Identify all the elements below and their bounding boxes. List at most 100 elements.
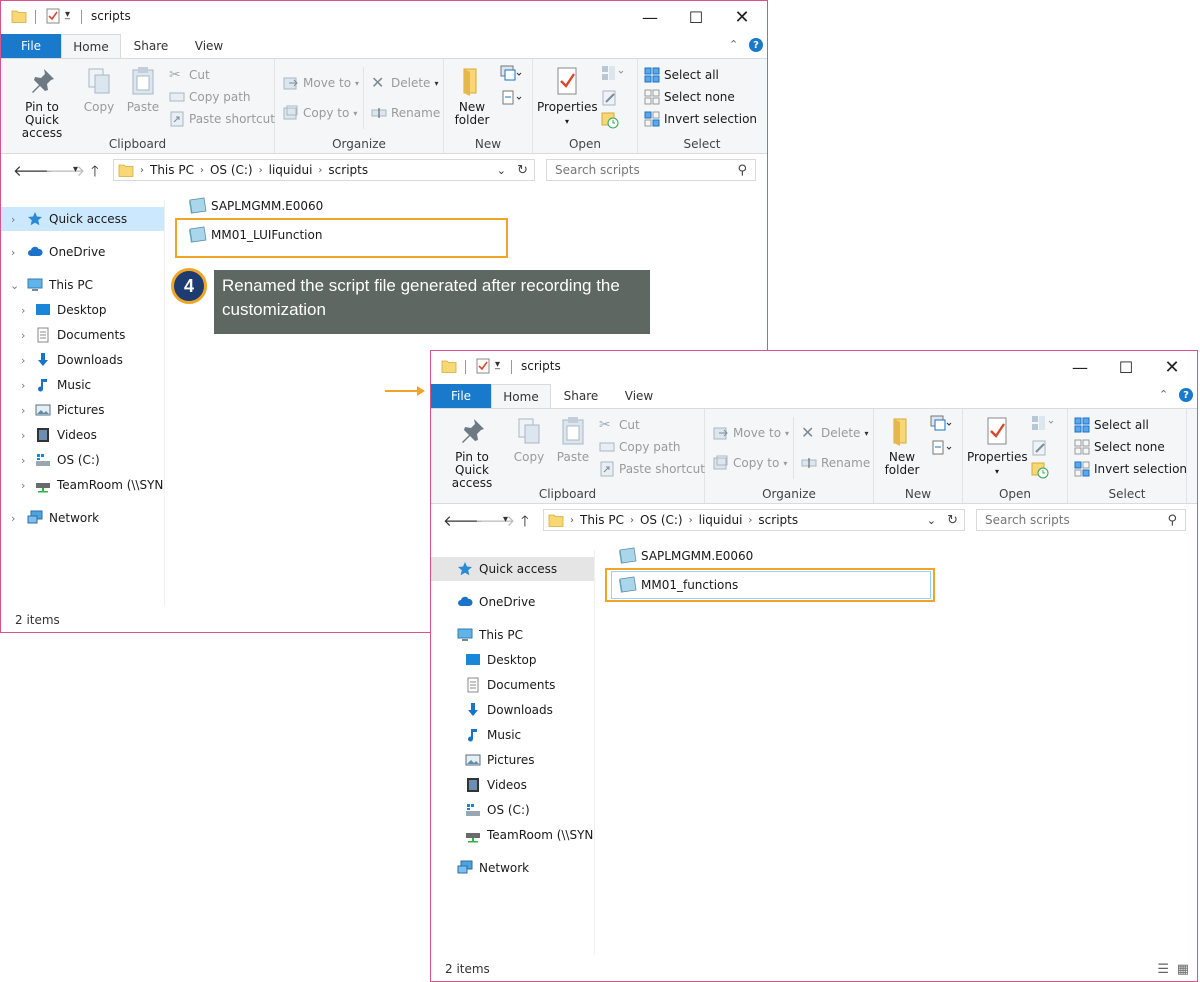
help-icon[interactable]: ? [1179, 388, 1193, 402]
move-to-button[interactable]: Move to ▾ [713, 423, 789, 443]
tab-share[interactable]: Share [123, 34, 179, 58]
nav-item-desktop[interactable]: Desktop [431, 648, 594, 672]
up-button[interactable]: 🡑 [521, 511, 529, 536]
breadcrumb-scripts[interactable]: scripts [758, 513, 798, 527]
maximize-button[interactable]: ☐ [1103, 351, 1149, 383]
refresh-icon[interactable]: ↻ [517, 163, 528, 178]
forward-button[interactable]: 🡒 [475, 511, 515, 530]
delete-button[interactable]: ✕ Delete ▾ [371, 73, 438, 93]
breadcrumb-os-c[interactable]: OS (C:) [210, 163, 253, 177]
tab-file[interactable]: File [431, 384, 491, 408]
address-dropdown-icon[interactable]: ⌄ [927, 514, 936, 527]
rename-button[interactable]: Rename [371, 103, 440, 123]
tab-home[interactable]: Home [61, 34, 121, 58]
recent-locations-dropdown[interactable]: ▾ [503, 514, 508, 525]
nav-item-documents[interactable]: › Documents [1, 323, 164, 347]
nav-item-network[interactable]: › Network [1, 506, 164, 530]
refresh-icon[interactable]: ↻ [947, 513, 958, 528]
easy-access-icon[interactable] [500, 89, 522, 107]
nav-item-quick-access[interactable]: Quick access [431, 557, 594, 581]
nav-item-documents[interactable]: Documents [431, 673, 594, 697]
copy-to-button[interactable]: Copy to ▾ [713, 453, 787, 473]
nav-item-this-pc[interactable]: This PC [431, 623, 594, 647]
select-none-button[interactable]: Select none [644, 87, 735, 107]
paste-button[interactable]: Paste [553, 415, 593, 464]
properties-button[interactable]: Properties ▾ [967, 415, 1028, 478]
new-item-icon[interactable] [930, 415, 952, 433]
pin-to-quick-access-button[interactable]: Pin to Quick access [7, 65, 77, 140]
nav-item-videos[interactable]: Videos [431, 773, 594, 797]
details-view-icon[interactable]: ☰ [1157, 962, 1169, 977]
cut-button[interactable]: ✂ Cut [169, 65, 210, 85]
breadcrumb-scripts[interactable]: scripts [328, 163, 368, 177]
collapse-ribbon-icon[interactable]: ⌃ [729, 38, 738, 51]
breadcrumb-liquidui[interactable]: liquidui [699, 513, 743, 527]
file-item[interactable]: SAPLMGMM.E0060 [617, 545, 753, 567]
nav-item-desktop[interactable]: › Desktop [1, 298, 164, 322]
paste-shortcut-button[interactable]: Paste shortcut [169, 109, 275, 129]
pin-to-quick-access-button[interactable]: Pin to Quick access [437, 415, 507, 490]
edit-icon[interactable] [1031, 439, 1049, 457]
breadcrumb-os-c[interactable]: OS (C:) [640, 513, 683, 527]
breadcrumb-this-pc[interactable]: This PC [150, 163, 194, 177]
copy-path-button[interactable]: Copy path [599, 437, 681, 457]
new-folder-button[interactable]: New folder [880, 415, 924, 477]
up-button[interactable]: 🡑 [91, 161, 99, 186]
breadcrumb-liquidui[interactable]: liquidui [269, 163, 313, 177]
open-icon[interactable] [1031, 415, 1057, 433]
tab-share[interactable]: Share [553, 384, 609, 408]
nav-item-teamroom[interactable]: TeamRoom (\\SYNC [431, 823, 594, 847]
tab-view[interactable]: View [183, 34, 235, 58]
new-item-icon[interactable] [500, 65, 522, 83]
nav-item-network[interactable]: Network [431, 856, 594, 880]
maximize-button[interactable]: ☐ [673, 1, 719, 33]
properties-quick-icon[interactable] [45, 8, 61, 24]
minimize-button[interactable]: — [1057, 351, 1103, 383]
search-input[interactable]: Search scripts ⚲ [976, 509, 1186, 531]
file-item[interactable]: SAPLMGMM.E0060 [187, 195, 323, 217]
forward-button[interactable]: 🡒 [45, 161, 85, 180]
title-bar[interactable]: ▾̲ scripts — ☐ ✕ [431, 351, 1197, 383]
address-bar[interactable]: › This PC › OS (C:) › liquidui › scripts ⌄ ↻ [113, 159, 535, 181]
select-all-button[interactable]: Select all [1074, 415, 1149, 435]
title-bar[interactable]: ▾̲ scripts — ☐ ✕ [1, 1, 767, 33]
quick-access-toolbar-dropdown[interactable]: ▾̲ [495, 359, 500, 370]
tab-home[interactable]: Home [491, 384, 551, 408]
rename-button[interactable]: Rename [801, 453, 870, 473]
cut-button[interactable]: ✂ Cut [599, 415, 640, 435]
select-all-button[interactable]: Select all [644, 65, 719, 85]
copy-button[interactable]: Copy [511, 415, 547, 464]
nav-item-pictures[interactable]: › Pictures [1, 398, 164, 422]
nav-item-quick-access[interactable]: › Quick access [1, 207, 164, 231]
tab-file[interactable]: File [1, 34, 61, 58]
open-icon[interactable] [601, 65, 627, 83]
properties-quick-icon[interactable] [475, 358, 491, 374]
new-folder-button[interactable]: New folder [450, 65, 494, 127]
history-icon[interactable] [1031, 461, 1049, 479]
nav-item-onedrive[interactable]: › OneDrive [1, 240, 164, 264]
nav-item-this-pc[interactable]: ⌄ This PC [1, 273, 164, 297]
breadcrumb-this-pc[interactable]: This PC [580, 513, 624, 527]
recent-locations-dropdown[interactable]: ▾ [73, 164, 78, 175]
nav-item-os-c[interactable]: OS (C:) [431, 798, 594, 822]
nav-item-onedrive[interactable]: OneDrive [431, 590, 594, 614]
select-none-button[interactable]: Select none [1074, 437, 1165, 457]
minimize-button[interactable]: — [627, 1, 673, 33]
collapse-ribbon-icon[interactable]: ⌃ [1159, 388, 1168, 401]
copy-to-button[interactable]: Copy to ▾ [283, 103, 357, 123]
large-icons-view-icon[interactable]: ▦ [1177, 962, 1189, 977]
properties-button[interactable]: Properties ▾ [537, 65, 598, 128]
paste-button[interactable]: Paste [123, 65, 163, 114]
invert-selection-button[interactable]: Invert selection [644, 109, 757, 129]
address-dropdown-icon[interactable]: ⌄ [497, 164, 506, 177]
easy-access-icon[interactable] [930, 439, 952, 457]
copy-path-button[interactable]: Copy path [169, 87, 251, 107]
paste-shortcut-button[interactable]: Paste shortcut [599, 459, 705, 479]
nav-item-music[interactable]: Music [431, 723, 594, 747]
quick-access-toolbar-dropdown[interactable]: ▾̲ [65, 9, 70, 20]
tab-view[interactable]: View [613, 384, 665, 408]
nav-item-os-c[interactable]: › OS (C:) [1, 448, 164, 472]
history-icon[interactable] [601, 111, 619, 129]
nav-item-downloads[interactable]: › Downloads [1, 348, 164, 372]
address-bar[interactable]: › This PC › OS (C:) › liquidui › scripts ⌄ ↻ [543, 509, 965, 531]
